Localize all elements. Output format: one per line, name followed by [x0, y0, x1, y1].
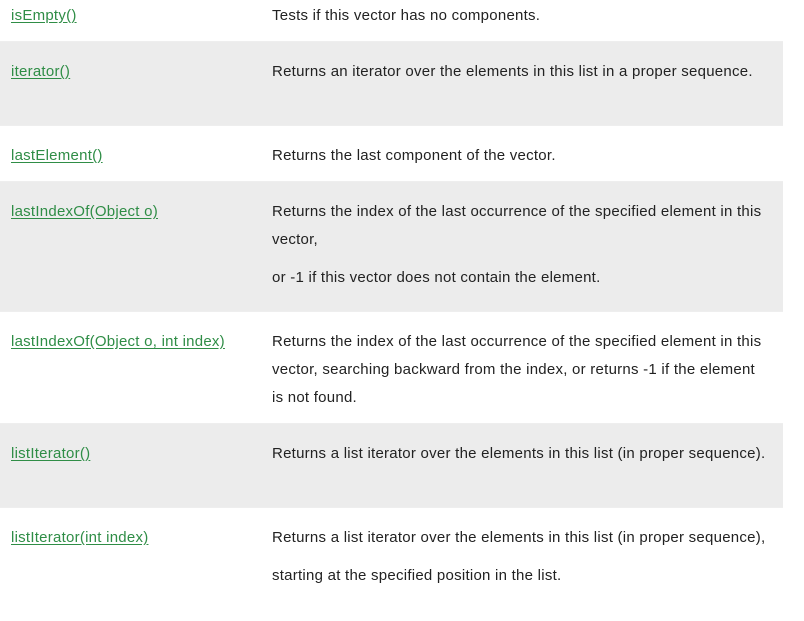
method-link-lastindexof[interactable]: lastIndexOf(Object o) [11, 203, 158, 220]
description-text: Returns the index of the last occurrence… [272, 333, 762, 406]
table-row: lastIndexOf(Object o, int index) Returns… [0, 312, 783, 424]
description-cell: Returns the index of the last occurrence… [272, 198, 783, 311]
method-link-listiterator-index[interactable]: listIterator(int index) [11, 529, 148, 546]
method-cell: isEmpty() [0, 2, 272, 41]
description-text: Returns the index of the last occurrence… [272, 203, 762, 248]
description-cell: Returns an iterator over the elements in… [272, 58, 783, 125]
table-row: iterator() Returns an iterator over the … [0, 42, 783, 126]
method-cell: lastIndexOf(Object o, int index) [0, 328, 272, 423]
method-link-isempty[interactable]: isEmpty() [11, 7, 77, 24]
description-text: Returns the last component of the vector… [272, 147, 556, 164]
description-text: Returns a list iterator over the element… [272, 529, 766, 546]
description-text: Tests if this vector has no components. [272, 7, 541, 24]
description-cell: Returns a list iterator over the element… [272, 440, 783, 507]
methods-table: isEmpty() Tests if this vector has no co… [0, 0, 783, 621]
description-text: starting at the specified position in th… [272, 567, 562, 584]
method-link-lastindexof-index[interactable]: lastIndexOf(Object o, int index) [11, 333, 225, 350]
method-cell: lastIndexOf(Object o) [0, 198, 272, 311]
method-link-lastelement[interactable]: lastElement() [11, 147, 103, 164]
method-cell: iterator() [0, 58, 272, 125]
description-text: Returns an iterator over the elements in… [272, 63, 753, 80]
method-link-listiterator[interactable]: listIterator() [11, 445, 90, 462]
method-cell: listIterator(int index) [0, 524, 272, 621]
table-row: lastIndexOf(Object o) Returns the index … [0, 182, 783, 312]
method-cell: listIterator() [0, 440, 272, 507]
description-cell: Returns a list iterator over the element… [272, 524, 783, 621]
table-row: lastElement() Returns the last component… [0, 126, 783, 182]
method-link-iterator[interactable]: iterator() [11, 63, 70, 80]
table-row: listIterator() Returns a list iterator o… [0, 424, 783, 508]
table-row: isEmpty() Tests if this vector has no co… [0, 0, 783, 42]
method-cell: lastElement() [0, 142, 272, 181]
description-text: or -1 if this vector does not contain th… [272, 269, 601, 286]
description-cell: Tests if this vector has no components. [272, 2, 783, 41]
description-text: Returns a list iterator over the element… [272, 445, 766, 462]
description-cell: Returns the index of the last occurrence… [272, 328, 783, 423]
description-cell: Returns the last component of the vector… [272, 142, 783, 181]
table-row: listIterator(int index) Returns a list i… [0, 508, 783, 621]
